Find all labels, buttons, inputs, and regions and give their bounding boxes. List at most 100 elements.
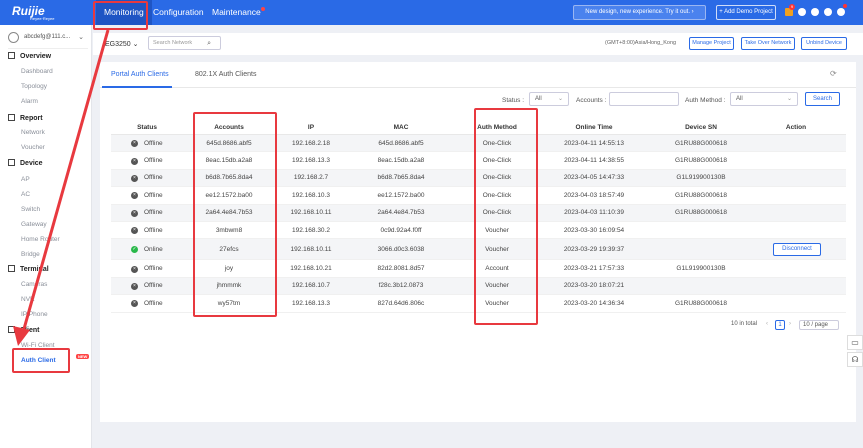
gear-icon[interactable] xyxy=(798,8,806,16)
refresh-icon[interactable]: ⟳ xyxy=(830,69,837,78)
sidebar-item-nvr[interactable]: NVR xyxy=(21,296,35,303)
cell-ip: 192.168.30.2 xyxy=(292,226,330,234)
new-dot xyxy=(260,7,265,11)
offline-x-icon: × xyxy=(131,192,138,200)
cell-account: ee12.1572.ba00 xyxy=(205,191,253,199)
accounts-filter-label: Accounts : xyxy=(576,97,607,104)
cell-status: Offline xyxy=(144,226,163,234)
cell-mac: 2a64.4e84.7b53 xyxy=(377,209,425,217)
main-panel: Portal Auth Clients 802.1X Auth Clients … xyxy=(100,62,856,422)
status-filter-select[interactable]: All ⌄ xyxy=(529,92,569,106)
tab-underline xyxy=(102,86,172,88)
sidebar-section-overview[interactable]: Overview xyxy=(8,52,51,60)
cell-mac: f28c.3b12.0873 xyxy=(378,282,424,290)
sidebar-item-voucher[interactable]: Voucher xyxy=(21,144,45,151)
nav-monitoring[interactable]: Monitoring xyxy=(96,0,152,25)
sidebar-item-home-router[interactable]: Home Router xyxy=(21,236,60,243)
accounts-filter-input[interactable] xyxy=(609,92,679,106)
search-network-input[interactable]: Search Network ⌕ xyxy=(148,36,221,50)
user-menu[interactable]: abcdefg@111.c... ⌄ xyxy=(8,31,88,49)
cell-device-sn: G1L919900130B xyxy=(676,265,726,273)
cell-account: 8eac.15db.a2a8 xyxy=(205,157,253,165)
sidebar-item-gateway[interactable]: Gateway xyxy=(21,221,47,228)
sidebar-section-client[interactable]: Client xyxy=(8,326,39,334)
manage-project-button[interactable]: Manage Project xyxy=(689,37,734,50)
auth-method-filter-select[interactable]: All ⌄ xyxy=(730,92,798,106)
cell-account: joy xyxy=(224,265,234,273)
sidebar-item-alarm[interactable]: Alarm xyxy=(21,98,38,105)
offline-x-icon: × xyxy=(131,300,138,308)
cell-ip: 192.168.13.3 xyxy=(292,299,330,307)
network-toolbar: EG3250 ⌄ Search Network ⌕ (GMT+8:00)Asia/… xyxy=(93,33,863,55)
cell-device-sn: G1RU88G000618 xyxy=(674,209,728,217)
nav-configuration[interactable]: Configuration xyxy=(153,0,204,25)
sidebar-item-cameras[interactable]: Cameras xyxy=(21,281,47,288)
new-design-banner[interactable]: New design, new experience. Try it out. … xyxy=(573,5,706,20)
search-button[interactable]: Search xyxy=(805,92,840,106)
sidebar-item-bridge[interactable]: Bridge xyxy=(21,251,40,258)
cell-online-time: 2023-04-11 14:55:13 xyxy=(564,139,624,147)
cell-auth-method: Voucher xyxy=(485,282,509,290)
table-row: × Offline 8eac.15db.a2a8 192.168.13.3 8eac.1… xyxy=(111,152,846,170)
sidebar-item-wifi-client[interactable]: Wi-Fi Client xyxy=(21,342,55,349)
table-body: × Offline 645d.8686.abf5 192.168.2.18 645d.8… xyxy=(111,135,846,313)
user-icon[interactable] xyxy=(837,8,845,16)
add-demo-project-button[interactable]: + Add Demo Project xyxy=(716,5,776,20)
disconnect-button[interactable]: Disconnect xyxy=(773,243,821,257)
cell-online-time: 2023-03-30 16:09:54 xyxy=(563,226,625,234)
table-row: × Offline 2a64.4e84.7b53 192.168.10.11 2a64.… xyxy=(111,204,846,222)
offline-x-icon: × xyxy=(131,157,138,165)
cell-status: Offline xyxy=(144,174,163,182)
cell-online-time: 2023-04-03 11:10:39 xyxy=(564,209,624,217)
next-page-icon[interactable]: › xyxy=(789,321,791,327)
tab-portal-auth[interactable]: Portal Auth Clients xyxy=(111,71,169,78)
cell-auth-method: Voucher xyxy=(485,245,509,253)
table-header: Status Accounts IP MAC Auth Method Onlin… xyxy=(111,119,846,135)
tab-8021x-auth[interactable]: 802.1X Auth Clients xyxy=(195,71,257,78)
cell-device-sn: G1L919900130B xyxy=(676,174,726,182)
cell-auth-method: Voucher xyxy=(485,226,509,234)
offline-x-icon: × xyxy=(131,282,138,290)
cell-mac: 82d2.8081.8d57 xyxy=(377,265,425,273)
headset-icon[interactable]: ☊ xyxy=(847,352,863,367)
page-size-select[interactable]: 10 / page xyxy=(799,320,839,330)
chevron-down-icon[interactable]: ⌄ xyxy=(78,33,84,41)
sidebar-item-topology[interactable]: Topology xyxy=(21,83,47,90)
cell-online-time: 2023-03-20 18:07:21 xyxy=(563,282,625,290)
sidebar-section-terminal[interactable]: Terminal xyxy=(8,265,49,273)
prev-page-icon[interactable]: ‹ xyxy=(766,321,768,327)
sidebar-section-device[interactable]: Device xyxy=(8,159,43,167)
cell-mac: 8eac.15db.a2a8 xyxy=(377,157,425,165)
cell-online-time: 2023-03-21 17:57:33 xyxy=(563,265,625,273)
sidebar-item-ac[interactable]: AC xyxy=(21,191,30,198)
table-row: × Offline wy57tm 192.168.13.3 827d.64d6.806c… xyxy=(111,295,846,313)
cell-auth-method: Account xyxy=(485,265,509,273)
offline-x-icon: × xyxy=(131,140,138,148)
take-over-network-button[interactable]: Take Over Network xyxy=(741,37,795,50)
cell-ip: 192.168.10.21 xyxy=(290,265,332,273)
cell-mac: 0c9d.92a4.f0ff xyxy=(380,226,422,234)
nav-maintenance[interactable]: Maintenance xyxy=(212,0,265,25)
sidebar-item-ip-phone[interactable]: IP Phone xyxy=(21,311,48,318)
cell-device-sn: G1RU88G000618 xyxy=(674,299,728,307)
chat-icon[interactable]: ▭ xyxy=(847,335,863,350)
user-email: abcdefg@111.c... xyxy=(24,34,71,40)
page-number[interactable]: 1 xyxy=(775,320,785,330)
sidebar-item-network[interactable]: Network xyxy=(21,129,45,136)
col-ip: IP xyxy=(307,124,315,131)
unbind-device-button[interactable]: Unbind Device xyxy=(801,37,847,50)
globe-icon[interactable] xyxy=(824,8,832,16)
sidebar-section-report[interactable]: Report xyxy=(8,114,43,122)
sidebar-item-auth-client[interactable]: Auth Client NEW xyxy=(21,354,90,364)
col-accounts: Accounts xyxy=(214,124,244,131)
online-check-icon: ✓ xyxy=(131,246,138,254)
cell-account: 3mbwm8 xyxy=(215,226,243,234)
network-group-select[interactable]: EG3250 ⌄ xyxy=(105,40,139,48)
search-icon[interactable]: ⌕ xyxy=(207,38,211,50)
sidebar-item-dashboard[interactable]: Dashboard xyxy=(21,68,53,75)
sidebar-item-ap[interactable]: AP xyxy=(21,176,30,183)
cell-account: 27efcs xyxy=(219,245,239,253)
sidebar-item-switch[interactable]: Switch xyxy=(21,206,40,213)
ruijie-logo[interactable]: Ruijie Reyee·Reyee xyxy=(12,4,54,21)
help-icon[interactable] xyxy=(811,8,819,16)
